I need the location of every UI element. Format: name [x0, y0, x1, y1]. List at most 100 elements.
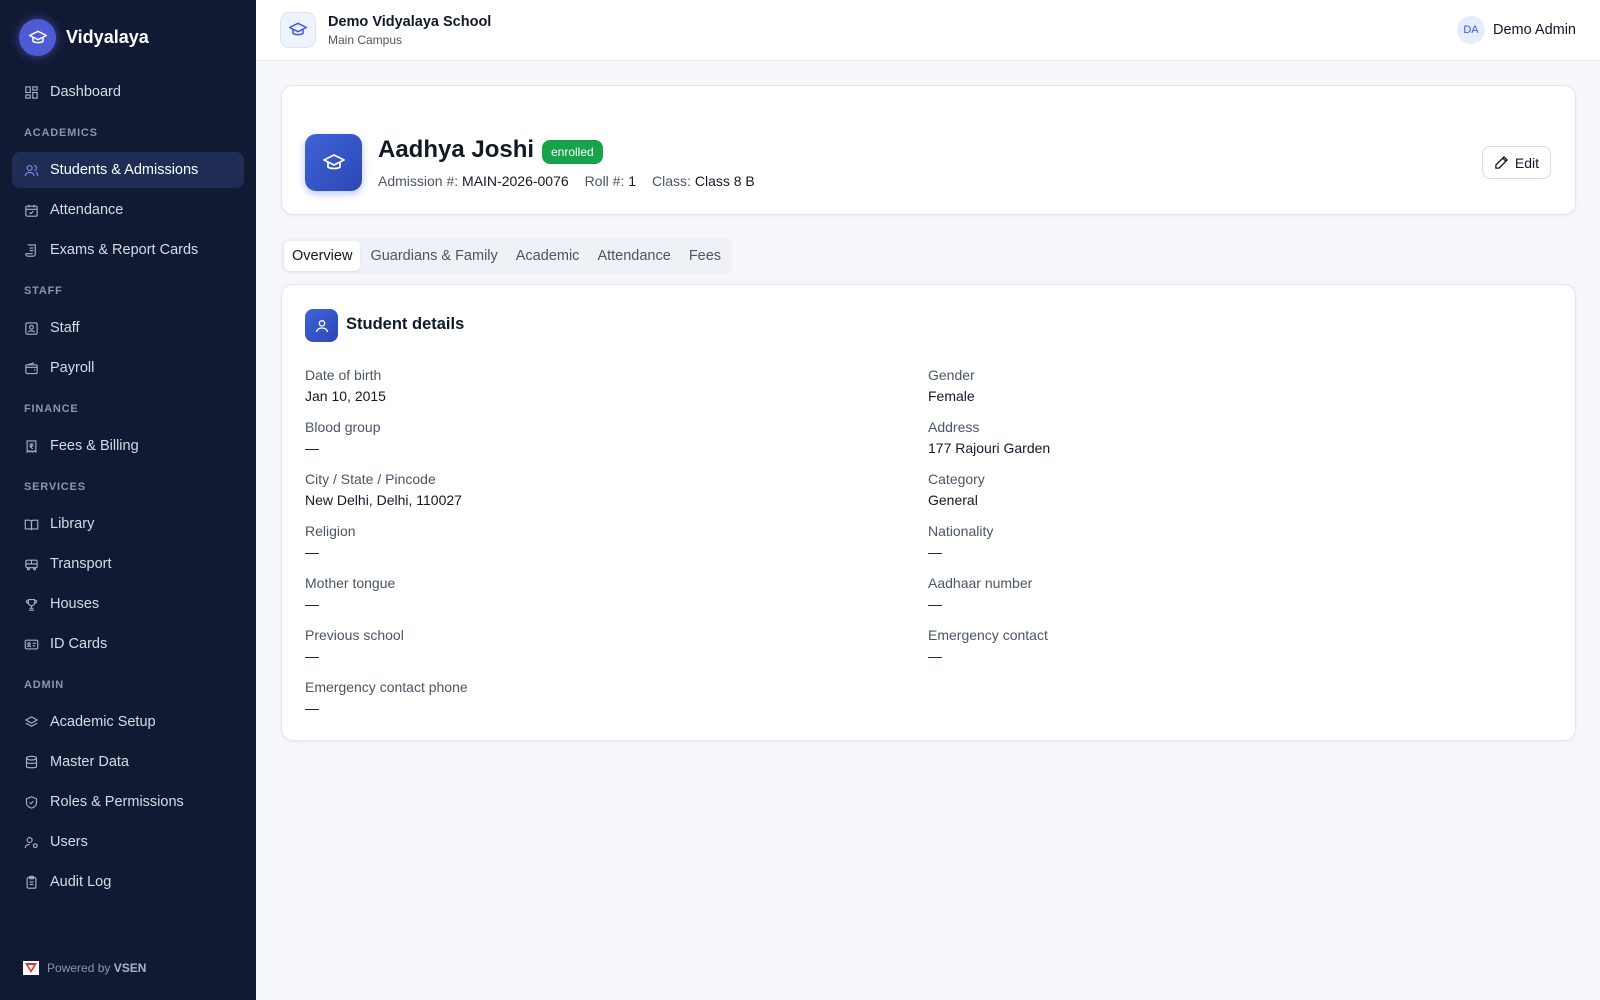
scroll-icon — [25, 243, 36, 257]
sidebar-item-attendance[interactable]: Attendance — [12, 192, 244, 228]
sidebar-item-label: Staff — [50, 320, 80, 336]
layers-icon — [24, 715, 39, 727]
tab-fees[interactable]: Fees — [681, 241, 729, 271]
profile-tabs: Overview Guardians & Family Academic Att… — [281, 238, 733, 274]
school-name: Demo Vidyalaya School — [328, 14, 492, 30]
field-value: — — [928, 544, 942, 560]
field-category: Category General — [928, 470, 1488, 509]
status-badge: enrolled — [542, 140, 603, 164]
field-label: Address — [928, 419, 980, 435]
sidebar-item-staff[interactable]: Staff — [12, 310, 244, 346]
field-value: — — [305, 700, 319, 716]
shield-check-icon — [25, 795, 38, 809]
field-aadhaar-number: Aadhaar number — — [928, 574, 1488, 613]
avatar: DA — [1456, 16, 1485, 44]
book-open-icon — [24, 519, 39, 530]
sidebar-item-dashboard[interactable]: Dashboard — [12, 74, 244, 110]
roll-number: Roll #: 1 — [585, 173, 636, 189]
field-label: Mother tongue — [305, 575, 396, 591]
field-label: Aadhaar number — [928, 575, 1033, 591]
sidebar-item-academic-setup[interactable]: Academic Setup — [12, 704, 244, 740]
field-value: — — [305, 440, 319, 456]
field-value: — — [305, 596, 319, 612]
user-menu[interactable]: DA Demo Admin — [1456, 16, 1576, 44]
database-icon — [25, 755, 38, 768]
sidebar-item-exams[interactable]: Exams & Report Cards — [12, 232, 244, 268]
id-card-icon — [24, 639, 39, 649]
user-icon — [305, 309, 338, 342]
field-address: Address 177 Rajouri Garden — [928, 418, 1488, 457]
class-value: Class 8 B — [694, 173, 755, 189]
student-meta: Admission #: MAIN-2026-0076 Roll #: 1 Cl… — [378, 173, 755, 189]
field-value: — — [928, 596, 942, 612]
tab-overview[interactable]: Overview — [284, 241, 361, 271]
sidebar-item-fees[interactable]: Fees & Billing — [12, 428, 244, 464]
field-value: 177 Rajouri Garden — [928, 440, 1051, 456]
tab-guardians-family[interactable]: Guardians & Family — [362, 241, 505, 271]
admission-label: Admission #: — [378, 173, 459, 189]
field-previous-school: Previous school — — [305, 626, 865, 665]
field-emergency-contact-phone: Emergency contact phone — — [305, 678, 865, 717]
vsen-logo-icon — [23, 961, 39, 975]
edit-button[interactable]: Edit — [1481, 146, 1551, 179]
sidebar-item-id-cards[interactable]: ID Cards — [12, 626, 244, 662]
sidebar-item-label: Academic Setup — [50, 714, 156, 730]
field-label: Nationality — [928, 523, 994, 539]
field-emergency-contact: Emergency contact — — [928, 626, 1488, 665]
field-label: Previous school — [305, 627, 404, 643]
field-mother-tongue: Mother tongue — — [305, 574, 865, 613]
sidebar-item-label: Roles & Permissions — [50, 794, 184, 810]
clipboard-list-icon — [26, 875, 37, 889]
sidebar-item-label: Master Data — [50, 754, 129, 770]
user-cog-icon — [24, 836, 38, 848]
trophy-icon — [25, 598, 38, 611]
sidebar-item-houses[interactable]: Houses — [12, 586, 244, 622]
sidebar-item-label: Fees & Billing — [50, 438, 139, 454]
pencil-icon — [1495, 156, 1508, 169]
details-title: Student details — [346, 315, 465, 333]
field-label: Blood group — [305, 419, 381, 435]
users-icon — [24, 164, 39, 176]
sidebar-item-library[interactable]: Library — [12, 506, 244, 542]
sidebar-item-label: Students & Admissions — [50, 162, 199, 178]
field-religion: Religion — — [305, 522, 865, 561]
section-staff: STAFF — [24, 285, 63, 297]
field-nationality: Nationality — — [928, 522, 1488, 561]
field-blood-group: Blood group — — [305, 418, 865, 457]
sidebar-item-audit-log[interactable]: Audit Log — [12, 864, 244, 900]
field-value: New Delhi, Delhi, 110027 — [305, 492, 462, 508]
section-services: SERVICES — [24, 481, 86, 493]
powered-by[interactable]: Powered by VSEN — [23, 961, 146, 975]
sidebar-item-label: Transport — [50, 556, 112, 572]
student-details-card: Student details Date of birth Jan 10, 20… — [281, 284, 1576, 741]
sidebar-item-payroll[interactable]: Payroll — [12, 350, 244, 386]
student-profile-card: Aadhya Joshi enrolled Admission #: MAIN-… — [281, 85, 1576, 215]
calendar-check-icon — [25, 204, 38, 217]
sidebar-item-transport[interactable]: Transport — [12, 546, 244, 582]
sidebar-item-label: Houses — [50, 596, 100, 612]
top-header: Demo Vidyalaya School Main Campus DA Dem… — [256, 0, 1600, 61]
school-icon[interactable] — [280, 12, 316, 48]
admission-value: MAIN-2026-0076 — [462, 173, 569, 189]
field-value: Female — [928, 388, 975, 404]
sidebar-item-users[interactable]: Users — [12, 824, 244, 860]
powered-by-prefix: Powered by — [47, 961, 111, 975]
field-value: Jan 10, 2015 — [305, 388, 386, 404]
sidebar-item-master-data[interactable]: Master Data — [12, 744, 244, 780]
bus-icon — [25, 559, 38, 570]
receipt-rupee-icon — [26, 439, 37, 453]
admission-number: Admission #: MAIN-2026-0076 — [378, 173, 569, 189]
roll-label: Roll #: — [584, 173, 625, 189]
sidebar-item-label: Audit Log — [50, 874, 112, 890]
tab-attendance[interactable]: Attendance — [589, 241, 678, 271]
field-city-state-pincode: City / State / Pincode New Delhi, Delhi,… — [305, 470, 865, 509]
tab-academic[interactable]: Academic — [508, 241, 588, 271]
sidebar-item-roles[interactable]: Roles & Permissions — [12, 784, 244, 820]
sidebar-nav: Dashboard ACADEMICS Students & Admission… — [12, 74, 244, 904]
class-name: Class: Class 8 B — [652, 173, 755, 189]
student-name: Aadhya Joshi — [378, 136, 535, 163]
sidebar-item-students[interactable]: Students & Admissions — [12, 152, 244, 188]
sidebar-item-label: Attendance — [50, 202, 124, 218]
edit-label: Edit — [1514, 154, 1539, 171]
brand[interactable]: Vidyalaya — [19, 19, 149, 56]
